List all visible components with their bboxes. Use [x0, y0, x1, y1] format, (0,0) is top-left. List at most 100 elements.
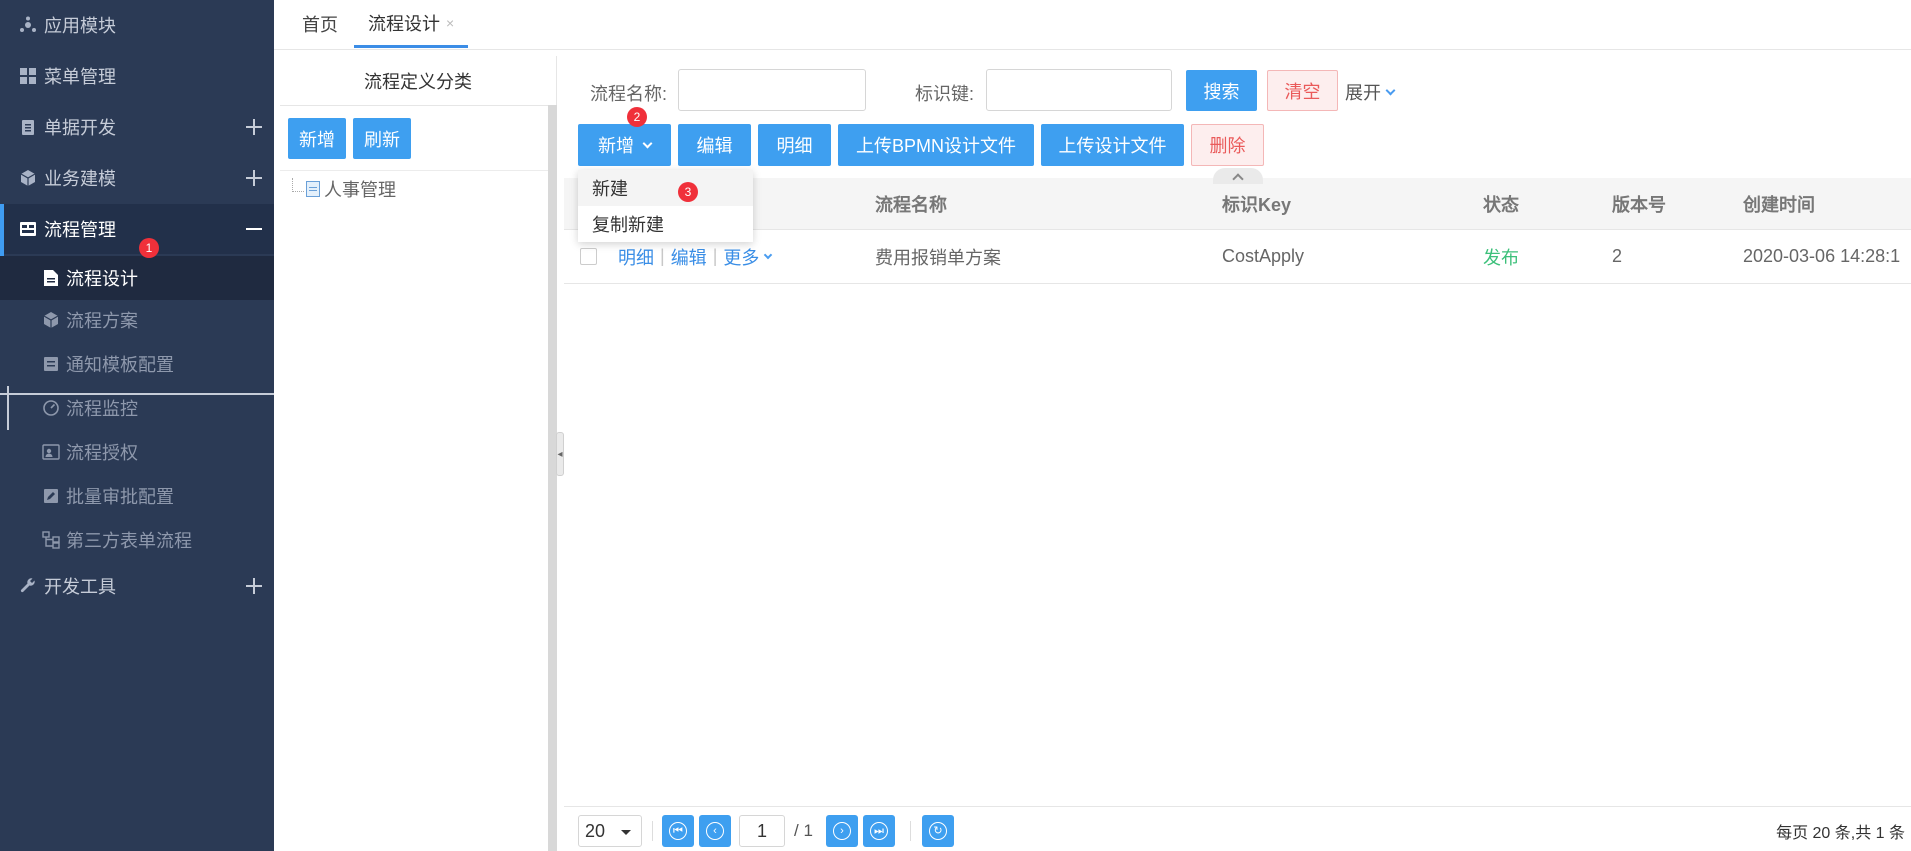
splitter-bar[interactable]: [548, 105, 557, 851]
key-input[interactable]: [986, 69, 1172, 111]
action-divider: |: [712, 246, 718, 266]
sidebar-subitem-label: 流程监控: [66, 399, 138, 419]
sidebar-subitem-batch-approval[interactable]: 批量审批配置: [0, 474, 274, 518]
sidebar-subitem-notify-template[interactable]: 通知模板配置: [0, 342, 274, 386]
sidebar: 应用模块 菜单管理 单据开发 业务建模 流程管理 流程设计 流程方案 通知模板配…: [0, 0, 274, 851]
page-size-value: 20: [585, 820, 606, 841]
upload-bpmn-button[interactable]: 上传BPMN设计文件: [838, 124, 1034, 166]
cube-icon: [42, 311, 60, 329]
collapse-handle[interactable]: ◂: [556, 432, 564, 476]
cluster-icon: [18, 15, 38, 35]
upload-design-button[interactable]: 上传设计文件: [1041, 124, 1184, 166]
cube-icon: [18, 168, 38, 188]
column-header-name[interactable]: 流程名称: [875, 178, 947, 230]
step-badge-3: 3: [678, 182, 698, 202]
clear-button[interactable]: 清空: [1267, 70, 1338, 111]
cell-status: 发布: [1483, 247, 1519, 268]
row-more-link[interactable]: 更多: [723, 244, 759, 270]
expand-label: 展开: [1345, 83, 1381, 103]
expand-plus-icon[interactable]: [246, 119, 262, 135]
tree-add-button[interactable]: 新增: [288, 118, 346, 159]
chevron-down-icon: [642, 138, 653, 148]
grid-icon: [18, 66, 38, 86]
sidebar-item-menu-management[interactable]: 菜单管理: [0, 51, 274, 101]
first-page-icon: ⏮: [669, 822, 687, 840]
page-size-select[interactable]: 20: [578, 815, 642, 847]
row-checkbox[interactable]: [580, 248, 597, 265]
sidebar-item-document-dev[interactable]: 单据开发: [0, 102, 274, 152]
template-icon: [42, 355, 60, 373]
workflow-name-input[interactable]: [678, 69, 866, 111]
column-header-version[interactable]: 版本号: [1612, 178, 1666, 230]
tab-label: 流程设计: [368, 13, 440, 34]
expand-toggle[interactable]: 展开: [1345, 79, 1396, 105]
tab-bar: 首页 流程设计 ×: [274, 0, 1911, 50]
sidebar-item-label: 应用模块: [44, 16, 116, 36]
row-edit-link[interactable]: 编辑: [671, 244, 707, 270]
document-icon: [306, 181, 320, 197]
divider: [910, 821, 911, 841]
user-card-icon: [42, 443, 60, 461]
sidebar-subitem-label: 流程设计: [66, 269, 138, 289]
column-header-status[interactable]: 状态: [1483, 178, 1519, 230]
first-page-button[interactable]: ⏮: [662, 815, 694, 847]
chevron-up-icon: [1232, 173, 1244, 185]
tab-home[interactable]: 首页: [302, 0, 338, 48]
close-icon[interactable]: ×: [446, 15, 454, 31]
sidebar-subitem-workflow-scheme[interactable]: 流程方案: [0, 298, 274, 342]
workflow-icon: [18, 219, 38, 239]
tab-workflow-design[interactable]: 流程设计 ×: [354, 0, 469, 48]
name-field-label: 流程名称:: [590, 84, 668, 104]
column-header-key[interactable]: 标识Key: [1222, 178, 1291, 230]
sidebar-item-business-modeling[interactable]: 业务建模: [0, 153, 274, 203]
sidebar-subitem-label: 流程方案: [66, 311, 138, 331]
row-detail-link[interactable]: 明细: [618, 244, 654, 270]
cell-name: 费用报销单方案: [875, 247, 1001, 268]
sidebar-item-label: 流程管理: [44, 220, 116, 240]
menu-item-new[interactable]: 新建: [578, 170, 753, 206]
expand-plus-icon[interactable]: [246, 170, 262, 186]
detail-button[interactable]: 明细: [758, 124, 831, 166]
refresh-button[interactable]: ↻: [922, 815, 954, 847]
sidebar-item-dev-tools[interactable]: 开发工具: [0, 561, 274, 611]
step-badge-1: 1: [139, 238, 159, 258]
sidebar-subitem-workflow-design[interactable]: 流程设计: [0, 256, 274, 300]
table-row: 明细 | 编辑 | 更多 费用报销单方案 CostApply 发布 2 2020…: [564, 230, 1911, 284]
add-button-label: 新增: [598, 136, 634, 156]
menu-item-copy-new[interactable]: 复制新建: [578, 206, 753, 242]
add-dropdown-menu: 新建 复制新建: [578, 170, 753, 242]
tree-node-hr[interactable]: 人事管理: [292, 176, 396, 202]
collapse-toolbar-tab[interactable]: [1213, 168, 1263, 185]
sidebar-subitem-third-party-flow[interactable]: 第三方表单流程: [0, 518, 274, 562]
chevron-right-icon: ›: [833, 822, 851, 840]
sidebar-subitem-label: 流程授权: [66, 443, 138, 463]
pagination-summary: 每页 20 条,共 1 条: [1776, 825, 1905, 842]
tree-panel-title: 流程定义分类: [280, 56, 556, 106]
last-page-button[interactable]: ⏭: [863, 815, 895, 847]
add-dropdown-button[interactable]: 新增: [578, 124, 671, 166]
sidebar-subitem-workflow-auth[interactable]: 流程授权: [0, 430, 274, 474]
hierarchy-icon: [42, 531, 60, 549]
expand-plus-icon[interactable]: [246, 578, 262, 594]
sidebar-subitem-workflow-monitor[interactable]: 流程监控: [0, 386, 274, 430]
edit-button[interactable]: 编辑: [678, 124, 751, 166]
sidebar-subitem-label: 批量审批配置: [66, 487, 174, 507]
prev-page-button[interactable]: ‹: [699, 815, 731, 847]
sidebar-item-app-modules[interactable]: 应用模块: [0, 0, 274, 50]
cell-created: 2020-03-06 14:28:1: [1743, 246, 1901, 266]
column-header-created[interactable]: 创建时间: [1743, 178, 1815, 230]
current-page-input[interactable]: 1: [739, 815, 785, 847]
tree-refresh-button[interactable]: 刷新: [353, 118, 411, 159]
clipboard-icon: [18, 117, 38, 137]
collapse-minus-icon[interactable]: [246, 228, 262, 230]
search-button[interactable]: 搜索: [1186, 70, 1257, 111]
divider: [652, 821, 653, 841]
delete-button[interactable]: 删除: [1191, 124, 1264, 166]
wrench-icon: [18, 576, 38, 596]
sidebar-item-label: 业务建模: [44, 169, 116, 189]
gauge-icon: [42, 399, 60, 417]
step-badge-2: 2: [627, 107, 647, 127]
category-tree-panel: 流程定义分类 新增 刷新 人事管理: [280, 56, 557, 851]
sidebar-item-workflow-management[interactable]: 流程管理: [0, 204, 274, 254]
next-page-button[interactable]: ›: [826, 815, 858, 847]
